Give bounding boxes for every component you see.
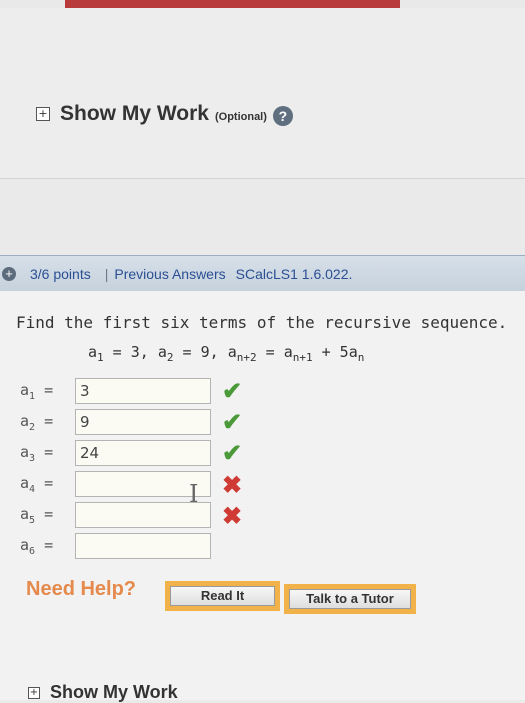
read-it-button[interactable]: Read It	[165, 581, 280, 611]
formula-an2-sub: n+2	[236, 351, 257, 364]
incorrect-x-icon: ✖	[222, 472, 243, 499]
header-separator: |	[104, 265, 109, 282]
label-eq: =	[35, 473, 54, 492]
red-header-strip	[65, 0, 400, 8]
label-eq: =	[35, 535, 54, 554]
problem-code: SCalcLS1 1.6.022.	[235, 265, 353, 282]
formula-a2-sub: 2	[166, 351, 174, 364]
label-var: a	[20, 504, 30, 523]
read-it-label: Read It	[170, 586, 275, 606]
formula-a1-sub: 1	[97, 351, 104, 364]
label-var: a	[20, 380, 30, 399]
label-eq: =	[35, 380, 54, 399]
show-my-work-title: Show My Work	[60, 102, 209, 125]
label-var: a	[20, 411, 30, 430]
answer-input-a6[interactable]	[75, 533, 211, 559]
need-help-label: Need Help?	[26, 578, 137, 600]
answer-row-a1: a1 = 3	[20, 377, 211, 405]
question-header-bar: + 3/6 points | Previous Answers SCalcLS1…	[0, 255, 525, 292]
recursive-formula: a1 = 3, a2 = 9, an+2 = an+1 + 5an	[88, 343, 364, 364]
formula-eq: =	[256, 343, 284, 361]
correct-check-icon: ✔	[222, 440, 243, 467]
label-var: a	[20, 473, 30, 492]
answer-label-a2: a2 =	[20, 412, 75, 433]
label-eq: =	[35, 504, 54, 523]
answer-label-a6: a6 =	[20, 536, 75, 557]
answer-label-a1: a1 =	[20, 381, 75, 402]
formula-a2-var: a	[157, 343, 167, 361]
expand-icon[interactable]: +	[28, 686, 40, 699]
show-my-work-toggle[interactable]: + Show My Work (Optional) ?	[36, 102, 293, 126]
formula-an-var: a	[348, 343, 358, 361]
label-eq: =	[35, 442, 54, 461]
formula-plus: + 5	[312, 343, 349, 361]
formula-a1-rhs: = 3,	[103, 343, 158, 361]
optional-label: (Optional)	[214, 111, 267, 123]
talk-to-tutor-button[interactable]: Talk to a Tutor	[284, 584, 416, 614]
formula-an-sub: n	[357, 351, 365, 364]
formula-an2-var: a	[227, 343, 237, 361]
answer-input-a3[interactable]: 24	[75, 440, 211, 466]
points-score: 3/6 points	[30, 265, 91, 282]
expand-icon[interactable]: +	[36, 107, 50, 121]
answer-label-a5: a5 =	[20, 505, 75, 526]
label-var: a	[20, 442, 30, 461]
answer-label-a3: a3 =	[20, 443, 75, 464]
formula-an1-var: a	[283, 343, 293, 361]
answer-input-a1[interactable]: 3	[75, 378, 211, 404]
answer-row-a4: a4 =	[20, 470, 211, 498]
formula-a1-var: a	[88, 343, 98, 361]
previous-answers-link[interactable]: Previous Answers	[114, 266, 225, 282]
expand-question-icon[interactable]: +	[2, 266, 16, 281]
incorrect-x-icon: ✖	[222, 503, 243, 530]
answer-row-a3: a3 = 24	[20, 439, 211, 467]
show-my-work-panel	[0, 8, 525, 179]
text-cursor-icon: I	[189, 480, 199, 508]
correct-check-icon: ✔	[222, 409, 243, 436]
correct-check-icon: ✔	[222, 378, 243, 405]
label-var: a	[20, 535, 30, 554]
answer-input-a2[interactable]: 9	[75, 409, 211, 435]
formula-an1-sub: n+1	[292, 351, 313, 364]
answer-label-a4: a4 =	[20, 474, 75, 495]
question-prompt: Find the first six terms of the recursiv…	[16, 313, 508, 332]
answer-row-a5: a5 =	[20, 501, 211, 529]
answer-row-a2: a2 = 9	[20, 408, 211, 436]
help-icon[interactable]: ?	[272, 106, 293, 126]
formula-a2-rhs: = 9,	[173, 343, 228, 361]
answer-row-a6: a6 =	[20, 532, 211, 560]
talk-to-tutor-label: Talk to a Tutor	[289, 589, 411, 609]
label-eq: =	[35, 411, 54, 430]
